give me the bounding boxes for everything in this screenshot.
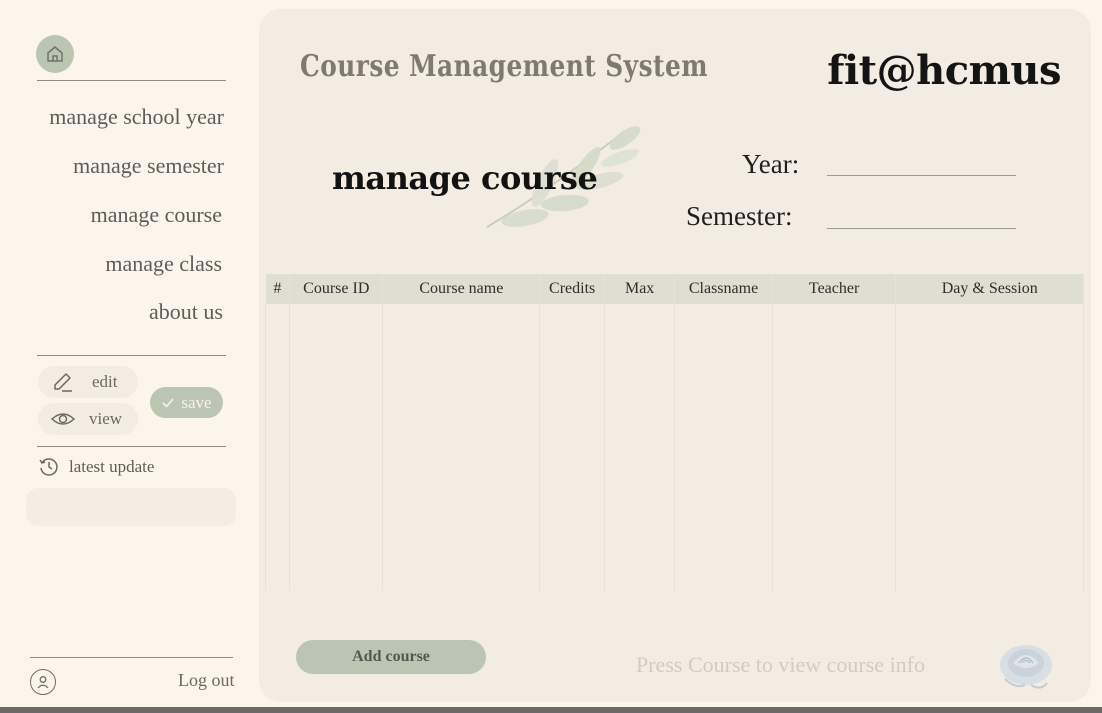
column-header: Course name — [382, 274, 541, 304]
latest-update[interactable]: latest update — [38, 456, 154, 478]
save-button[interactable]: save — [150, 387, 223, 418]
pencil-icon — [54, 373, 72, 392]
add-course-button[interactable]: Add course — [296, 640, 486, 674]
table-cell — [289, 304, 384, 591]
course-table: # Course ID Course name Credits Max Clas… — [264, 274, 1084, 591]
section-title: manage course — [332, 159, 598, 197]
check-icon — [162, 397, 174, 408]
year-input[interactable] — [827, 175, 1016, 176]
avatar[interactable] — [30, 669, 56, 695]
column-header: # — [265, 274, 291, 304]
save-label: save — [181, 392, 212, 412]
sidebar-divider — [37, 80, 226, 81]
edit-button[interactable]: edit — [38, 366, 138, 398]
table-cell — [264, 304, 291, 591]
table-cell — [539, 304, 605, 591]
sidebar-item-manage-semester[interactable]: manage semester — [73, 153, 224, 179]
semester-input[interactable] — [827, 228, 1016, 229]
edit-label: edit — [92, 372, 118, 391]
sidebar-item-manage-course[interactable]: manage course — [91, 202, 222, 228]
home-icon — [47, 46, 63, 62]
main-panel: Course Management System fit@hcmus manag… — [259, 9, 1091, 702]
table-header-row: # Course ID Course name Credits Max Clas… — [265, 274, 1084, 304]
user-icon — [37, 676, 49, 689]
table-row — [264, 304, 1084, 591]
eye-icon — [50, 413, 76, 425]
table-cell — [604, 304, 676, 591]
home-button[interactable] — [36, 35, 74, 73]
sidebar: manage school year manage semester manag… — [0, 0, 258, 713]
sidebar-divider — [37, 355, 226, 356]
history-icon — [39, 458, 58, 476]
sidebar-divider — [37, 446, 226, 447]
view-button[interactable]: view — [38, 403, 138, 435]
brand-logo: fit@hcmus — [827, 47, 1061, 94]
table-cell — [895, 304, 1084, 591]
table-cell — [382, 304, 541, 591]
table-cell — [674, 304, 773, 591]
table-cell — [772, 304, 897, 591]
latest-update-content — [26, 488, 236, 526]
column-header: Credits — [539, 274, 605, 304]
hint-text: Press Course to view course info — [636, 652, 926, 677]
view-label: view — [89, 409, 123, 428]
column-header: Classname — [674, 274, 773, 304]
semester-label: Semester: — [686, 201, 793, 231]
latest-update-label: latest update — [69, 457, 155, 476]
sidebar-divider — [30, 657, 233, 658]
window-bottom-bar — [0, 707, 1102, 713]
sidebar-item-manage-school-year[interactable]: manage school year — [49, 104, 224, 130]
logout-button[interactable]: Log out — [178, 670, 235, 691]
rose-decoration — [1000, 645, 1052, 689]
column-header: Teacher — [772, 274, 897, 304]
sidebar-item-about-us[interactable]: about us — [149, 299, 223, 325]
column-header: Day & Session — [895, 274, 1084, 304]
column-header: Course ID — [289, 274, 384, 304]
sidebar-item-manage-class[interactable]: manage class — [105, 251, 222, 277]
column-header: Max — [604, 274, 676, 304]
app-title: Course Management System — [300, 49, 708, 84]
year-label: Year: — [742, 149, 800, 179]
